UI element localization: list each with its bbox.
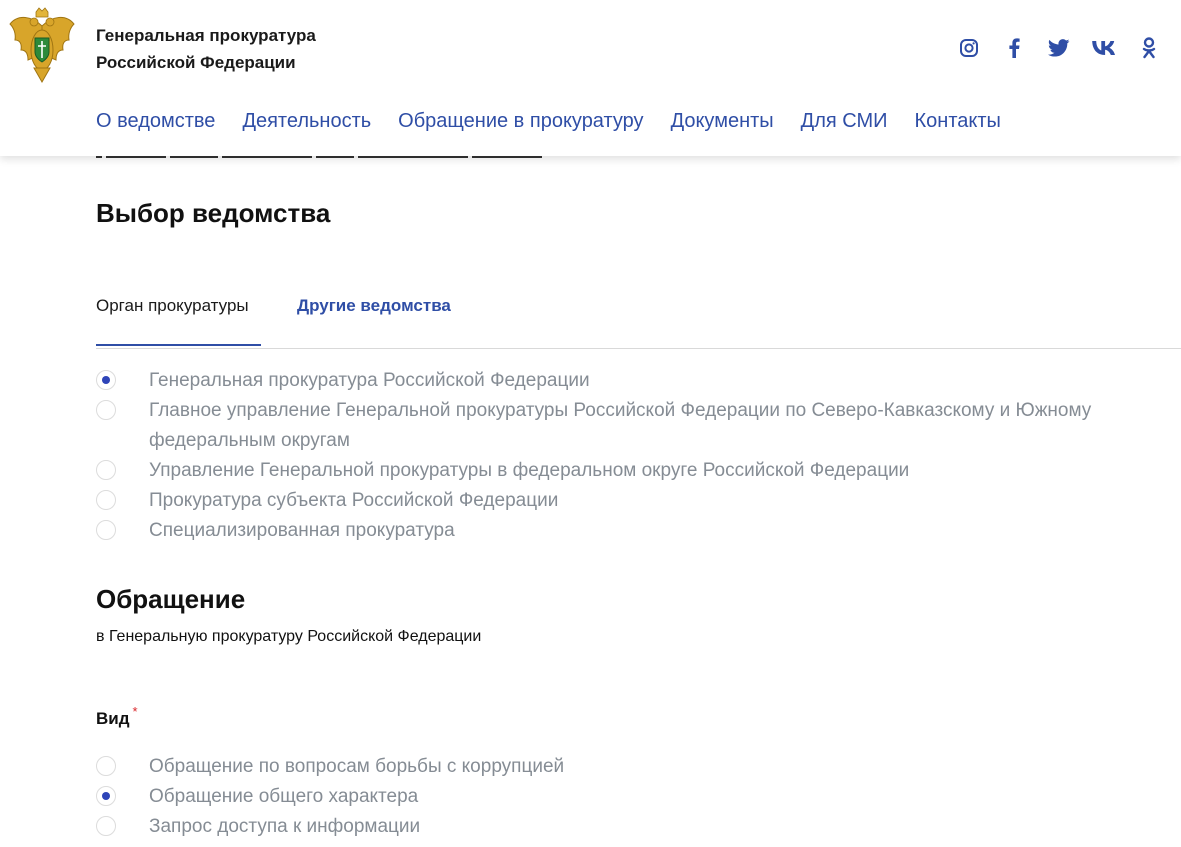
vk-icon[interactable] <box>1081 36 1126 60</box>
site-header: Генеральная прокуратура Российской Федер… <box>0 0 1181 156</box>
department-option[interactable]: Прокуратура субъекта Российской Федераци… <box>96 486 1176 516</box>
org-name-line1: Генеральная прокуратура <box>96 26 316 45</box>
option-label: Запрос доступа к информации <box>149 816 421 837</box>
radio-button[interactable] <box>96 520 116 540</box>
odnoklassniki-icon[interactable] <box>1126 36 1171 60</box>
appeal-type-option[interactable]: Обращение общего характера <box>96 782 1176 812</box>
tab-prosecution-body[interactable]: Орган прокуратуры <box>96 296 261 346</box>
option-label: Обращение общего характера <box>149 786 419 807</box>
radio-button[interactable] <box>96 370 116 390</box>
department-option[interactable]: Специализированная прокуратура <box>96 516 1176 546</box>
instagram-icon[interactable] <box>946 36 991 60</box>
department-tabs: Орган прокуратуры Другие ведомства <box>96 294 1181 349</box>
radio-button[interactable] <box>96 490 116 510</box>
option-label: Специализированная прокуратура <box>149 520 455 541</box>
appeal-type-option[interactable]: Запрос доступа к информации <box>96 812 1176 842</box>
option-label: Управление Генеральной прокуратуры в фед… <box>149 460 910 481</box>
department-selection-title: Выбор ведомства <box>96 198 331 228</box>
radio-selected-dot <box>102 792 110 800</box>
required-asterisk: * <box>132 704 138 719</box>
organization-name[interactable]: Генеральная прокуратура Российской Федер… <box>96 22 316 76</box>
appeal-type-option[interactable]: Обращение по вопросам борьбы с коррупцие… <box>96 752 1176 782</box>
twitter-icon[interactable] <box>1036 36 1081 60</box>
appeal-type-label: Вид * <box>96 704 138 729</box>
nav-activity[interactable]: Деятельность <box>242 108 371 134</box>
radio-button[interactable] <box>96 756 116 776</box>
type-label-text: Вид <box>96 709 130 728</box>
appeal-subtitle: в Генеральную прокуратуру Российской Фед… <box>96 628 482 645</box>
appeal-type-options: Обращение по вопросам борьбы с коррупцие… <box>96 752 1176 842</box>
appeal-title: Обращение <box>96 584 246 614</box>
facebook-icon[interactable] <box>991 36 1036 60</box>
radio-button[interactable] <box>96 400 116 420</box>
org-name-line2: Российской Федерации <box>96 53 296 72</box>
nav-about[interactable]: О ведомстве <box>96 108 215 134</box>
department-options: Генеральная прокуратура Российской Федер… <box>96 366 1176 546</box>
radio-button[interactable] <box>96 786 116 806</box>
nav-contacts[interactable]: Контакты <box>915 108 1001 134</box>
radio-button[interactable] <box>96 816 116 836</box>
main-navigation: О ведомстве Деятельность Обращение в про… <box>96 108 1028 134</box>
coat-of-arms-logo[interactable] <box>6 6 78 84</box>
department-option[interactable]: Генеральная прокуратура Российской Федер… <box>96 366 1176 396</box>
department-option[interactable]: Главное управление Генеральной прокурату… <box>96 396 1176 456</box>
radio-selected-dot <box>102 376 110 384</box>
option-label: Прокуратура субъекта Российской Федераци… <box>149 490 559 511</box>
department-option[interactable]: Управление Генеральной прокуратуры в фед… <box>96 456 1176 486</box>
option-label: Генеральная прокуратура Российской Федер… <box>149 370 590 391</box>
nav-documents[interactable]: Документы <box>671 108 774 134</box>
nav-appeal[interactable]: Обращение в прокуратуру <box>398 108 643 134</box>
nav-media[interactable]: Для СМИ <box>801 108 888 134</box>
social-links <box>946 36 1171 60</box>
radio-button[interactable] <box>96 460 116 480</box>
option-label: Обращение по вопросам борьбы с коррупцие… <box>149 756 565 777</box>
option-label: Главное управление Генеральной прокурату… <box>149 400 1092 451</box>
tab-other-departments[interactable]: Другие ведомства <box>297 296 451 344</box>
